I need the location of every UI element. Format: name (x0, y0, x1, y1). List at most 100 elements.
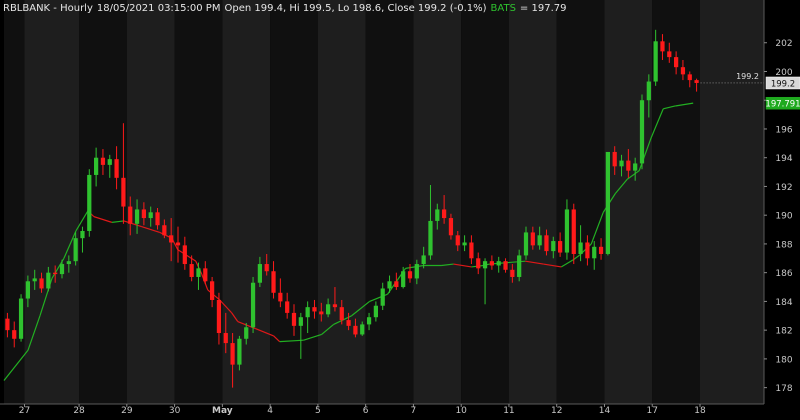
candle-body (380, 288, 385, 306)
candle-body (121, 177, 126, 207)
candle-body (421, 255, 426, 265)
candle-body (271, 271, 276, 293)
candle-body (674, 57, 679, 68)
candle-body (605, 151, 610, 254)
candle-body (544, 235, 549, 252)
time-tick-label: 17 (647, 406, 658, 416)
candle (87, 169, 92, 237)
candle-body (285, 301, 290, 313)
candle-body (366, 317, 372, 325)
candle-body (319, 311, 324, 315)
time-tick-label: May (212, 406, 233, 416)
day-band (461, 0, 509, 404)
candle-body (141, 209, 146, 219)
candle-body (12, 330, 17, 339)
time-tick-label: 29 (121, 406, 133, 416)
candle-body (612, 151, 617, 167)
price-tick-label: 200 (775, 68, 792, 78)
price-tick-label: 194 (775, 154, 792, 164)
time-tick-label: 14 (599, 406, 611, 416)
candle-body (182, 245, 187, 265)
price-axis[interactable]: 178180182184186188190192194196198200202 (763, 0, 793, 404)
candle-body (496, 261, 501, 266)
candle-body (291, 312, 297, 326)
time-tick-label: 18 (694, 406, 706, 416)
candle-body (442, 209, 447, 219)
candle-body (250, 282, 256, 328)
candle-body (155, 212, 160, 226)
candle-body (32, 278, 37, 282)
candle-body (401, 271, 406, 288)
time-tick-label: 6 (363, 406, 369, 416)
day-band (79, 0, 127, 404)
header-indicator-value: = 197.79 (520, 3, 567, 14)
chart-header: RBLBANK - Hourly 18/05/2021 03:15:00 PM Op… (3, 3, 566, 14)
candle-body (558, 241, 563, 253)
candle-body (230, 343, 235, 365)
candle-body (435, 209, 440, 221)
time-tick-label: 28 (73, 406, 85, 416)
candle (18, 294, 24, 342)
candle-body (332, 304, 338, 308)
candle-body (537, 235, 542, 246)
candle-body (571, 209, 576, 254)
time-tick-label: 27 (19, 406, 30, 416)
candle-body (210, 281, 215, 300)
candle-body (18, 298, 24, 339)
candle-body (53, 272, 58, 275)
candle (250, 276, 256, 334)
day-band (413, 0, 462, 404)
day-band (556, 0, 605, 404)
price-tick-label: 202 (775, 39, 792, 49)
candle-body (148, 212, 153, 219)
candle-body (646, 81, 651, 101)
header-indicator-name: BATS (491, 3, 516, 14)
time-tick-label: 5 (315, 406, 321, 416)
last-price-inline-label: 199.2 (736, 72, 759, 81)
candle-body (373, 305, 378, 318)
candle-body (428, 220, 433, 256)
candle-body (326, 304, 331, 315)
chart-canvas[interactable]: 178180182184186188190192194196198200202 … (0, 0, 800, 420)
time-tick-label: 12 (551, 406, 562, 416)
price-tick-label: 190 (775, 212, 792, 222)
price-tick-label: 178 (775, 384, 792, 394)
candle-body (80, 230, 85, 239)
candle-body (476, 258, 481, 269)
candle-body (175, 242, 181, 246)
candle-body (264, 264, 269, 272)
time-axis[interactable]: 27 28 29 30 May 4 5 6 7 10 11 12 14 17 18 (0, 403, 764, 416)
candle (639, 94, 645, 170)
candle-body (523, 232, 529, 256)
candle-body (394, 281, 399, 288)
candle-body (448, 218, 454, 236)
candle-body (694, 80, 699, 83)
candle-body (387, 281, 392, 289)
candle-body (25, 281, 30, 299)
price-chart[interactable]: 178180182184186188190192194196198200202 … (0, 0, 800, 420)
price-tick-label: 196 (775, 125, 792, 135)
price-tick-label: 182 (775, 327, 792, 337)
candle-body (305, 307, 310, 318)
candle-body (530, 232, 535, 246)
candle-body (482, 261, 488, 269)
candle-body (278, 292, 283, 302)
time-tick-label: 4 (267, 406, 273, 416)
price-tick-label: 192 (775, 183, 792, 193)
day-band (24, 0, 80, 404)
day-band (270, 0, 318, 404)
candle-body (312, 307, 317, 312)
time-tick-label: 10 (455, 406, 467, 416)
day-band (508, 0, 557, 404)
candle-body (619, 160, 624, 167)
candle-body (639, 100, 645, 164)
candle-body (551, 241, 556, 252)
candle-body (680, 67, 686, 75)
candle-body (298, 317, 303, 326)
header-ohlc: Open 199.4, Hi 199.5, Lo 198.6, Close 19… (224, 3, 486, 14)
candle-body (39, 278, 44, 289)
candle-body (462, 242, 467, 246)
candle-body (455, 235, 460, 246)
price-tick-label: 186 (775, 269, 792, 279)
candle-body (360, 324, 365, 335)
